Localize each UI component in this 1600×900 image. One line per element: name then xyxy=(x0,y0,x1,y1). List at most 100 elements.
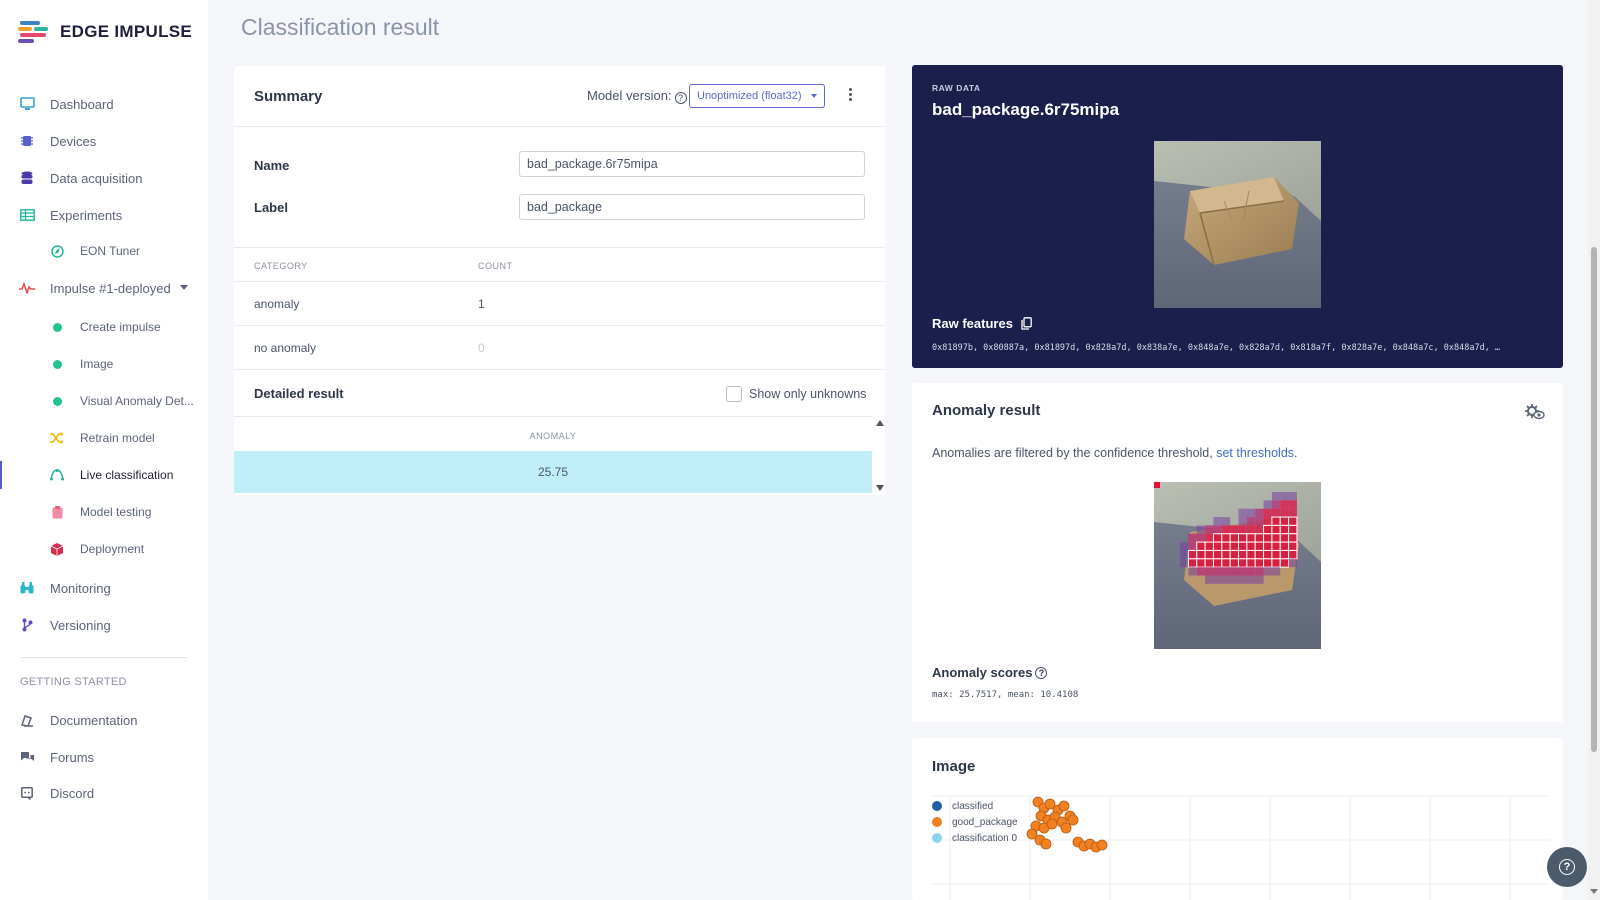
heatmap-cell xyxy=(1255,517,1264,526)
heatmap-cell xyxy=(1238,517,1247,526)
sidebar-item-label: Data acquisition xyxy=(50,170,143,186)
sidebar-item-image[interactable]: Image xyxy=(0,346,208,382)
show-only-unknowns-checkbox[interactable] xyxy=(726,386,742,402)
scroll-up-arrow-icon[interactable] xyxy=(876,420,884,426)
sidebar-item-monitoring[interactable]: Monitoring xyxy=(0,570,208,606)
heatmap-cell xyxy=(1246,517,1256,526)
monitor-icon xyxy=(18,95,36,113)
heatmap-cell xyxy=(1246,575,1256,584)
heatmap-cell xyxy=(1204,558,1214,568)
heatmap-cell xyxy=(1188,542,1197,551)
legend-item[interactable]: classified xyxy=(932,798,1018,814)
heatmap-cell xyxy=(1221,533,1231,543)
table-row[interactable]: 25.75 xyxy=(234,451,872,493)
sidebar-item-retrain-model[interactable]: Retrain model xyxy=(0,420,208,456)
scatter-point[interactable] xyxy=(1096,839,1108,851)
table-row: no anomaly 0 xyxy=(234,326,885,370)
anomaly-column-header: ANOMALY xyxy=(234,416,872,451)
model-version-select[interactable]: Unoptimized (float32) xyxy=(689,84,825,108)
set-thresholds-link[interactable]: set thresholds xyxy=(1216,446,1294,460)
heatmap-cell xyxy=(1246,533,1256,543)
legend-item[interactable]: good_package xyxy=(932,814,1018,830)
sidebar-item-discord[interactable]: Discord xyxy=(0,775,208,811)
heatmap-cell xyxy=(1221,525,1231,534)
scatter-point[interactable] xyxy=(1046,818,1058,830)
heatmap-cell xyxy=(1238,541,1248,551)
help-circle-icon[interactable]: ? xyxy=(1035,666,1048,679)
scrollbar-thumb[interactable] xyxy=(1591,247,1597,752)
heatmap-cell xyxy=(1263,558,1273,568)
heatmap-cell xyxy=(1280,492,1289,501)
heatmap-cell xyxy=(1180,542,1189,551)
chevron-down-icon[interactable] xyxy=(180,285,188,290)
heatmap-cell xyxy=(1279,533,1290,543)
help-button[interactable]: ? xyxy=(1547,847,1587,887)
sidebar-item-label: Model testing xyxy=(80,505,152,519)
more-options-icon[interactable] xyxy=(846,88,854,104)
scroll-down-arrow-icon[interactable] xyxy=(1590,889,1598,894)
name-field[interactable] xyxy=(519,151,865,177)
scroll-down-arrow-icon[interactable] xyxy=(876,485,884,491)
scatter-point[interactable] xyxy=(1067,814,1079,826)
heatmap-cell xyxy=(1263,541,1273,551)
heatmap-cell xyxy=(1188,533,1197,543)
sidebar-item-deployment[interactable]: Deployment xyxy=(0,531,208,567)
heatmap-cell xyxy=(1221,575,1231,584)
page-scrollbar[interactable] xyxy=(1588,0,1600,900)
sidebar-item-versioning[interactable]: Versioning xyxy=(0,607,208,643)
raw-data-kicker: RAW DATA xyxy=(932,83,981,93)
sidebar: EDGE IMPULSE Dashboard Devices Data acqu… xyxy=(0,0,208,900)
heatmap-cell xyxy=(1255,575,1264,584)
show-only-unknowns-toggle[interactable]: Show only unknowns xyxy=(726,386,866,402)
scatter-point[interactable] xyxy=(1058,800,1070,812)
heatmap-cell xyxy=(1221,567,1231,576)
heatmap-cell xyxy=(1246,558,1256,568)
scatter-point[interactable] xyxy=(1060,822,1072,834)
sidebar-item-forums[interactable]: Forums xyxy=(0,739,208,775)
heatmap-cell xyxy=(1196,525,1206,534)
heatmap-cell xyxy=(1213,575,1222,584)
sidebar-item-label: Monitoring xyxy=(50,580,111,596)
heatmap-cell xyxy=(1288,549,1298,560)
raw-features-values: 0x81897b, 0x80887a, 0x81897d, 0x828a7d, … xyxy=(932,343,1501,353)
summary-card: Summary Model version:? Unoptimized (flo… xyxy=(234,66,885,495)
sidebar-item-live-classification[interactable]: Live classification xyxy=(0,457,208,493)
heatmap-cell xyxy=(1271,500,1281,509)
sidebar-item-devices[interactable]: Devices xyxy=(0,123,208,159)
heatmap-cell xyxy=(1212,549,1223,560)
sidebar-item-documentation[interactable]: Documentation xyxy=(0,702,208,738)
sidebar-item-visual-anomaly[interactable]: Visual Anomaly Det... xyxy=(0,383,208,419)
book-icon xyxy=(18,711,36,729)
heatmap-cell xyxy=(1238,549,1248,560)
sidebar-item-data-acquisition[interactable]: Data acquisition xyxy=(0,160,208,196)
heatmap-cell xyxy=(1263,508,1272,518)
heatmap-cell xyxy=(1221,549,1231,560)
heatmap-cell xyxy=(1271,541,1281,551)
sidebar-item-impulse[interactable]: Impulse #1-deployed xyxy=(0,270,208,306)
sidebar-item-dashboard[interactable]: Dashboard xyxy=(0,86,208,122)
logo[interactable]: EDGE IMPULSE xyxy=(18,20,192,44)
copy-icon[interactable] xyxy=(1021,317,1032,330)
label-field[interactable] xyxy=(519,194,865,220)
category-cell: no anomaly xyxy=(254,341,317,355)
gear-eye-icon[interactable] xyxy=(1525,404,1545,420)
sidebar-item-create-impulse[interactable]: Create impulse xyxy=(0,309,208,345)
sidebar-item-eon-tuner[interactable]: EON Tuner xyxy=(0,233,208,269)
anomaly-heatmap-image xyxy=(1154,482,1321,649)
sidebar-item-model-testing[interactable]: Model testing xyxy=(0,494,208,530)
scatter-point[interactable] xyxy=(1040,838,1052,850)
sidebar-item-experiments[interactable]: Experiments xyxy=(0,197,208,233)
heatmap-cell xyxy=(1187,558,1198,568)
image-section-title: Image xyxy=(932,758,976,775)
heatmap-cell xyxy=(1229,558,1240,568)
column-header-count: COUNT xyxy=(478,261,513,271)
help-circle-icon[interactable]: ? xyxy=(674,92,687,104)
heatmap-cell xyxy=(1230,575,1239,584)
heatmap-cell xyxy=(1205,533,1214,543)
edge-impulse-logo-icon xyxy=(18,21,48,43)
heatmap-cell xyxy=(1230,525,1239,534)
heatmap-cell xyxy=(1212,558,1223,568)
legend-dot xyxy=(932,817,942,827)
legend-item[interactable]: classification 0 xyxy=(932,830,1018,846)
heatmap-cell xyxy=(1230,567,1239,576)
